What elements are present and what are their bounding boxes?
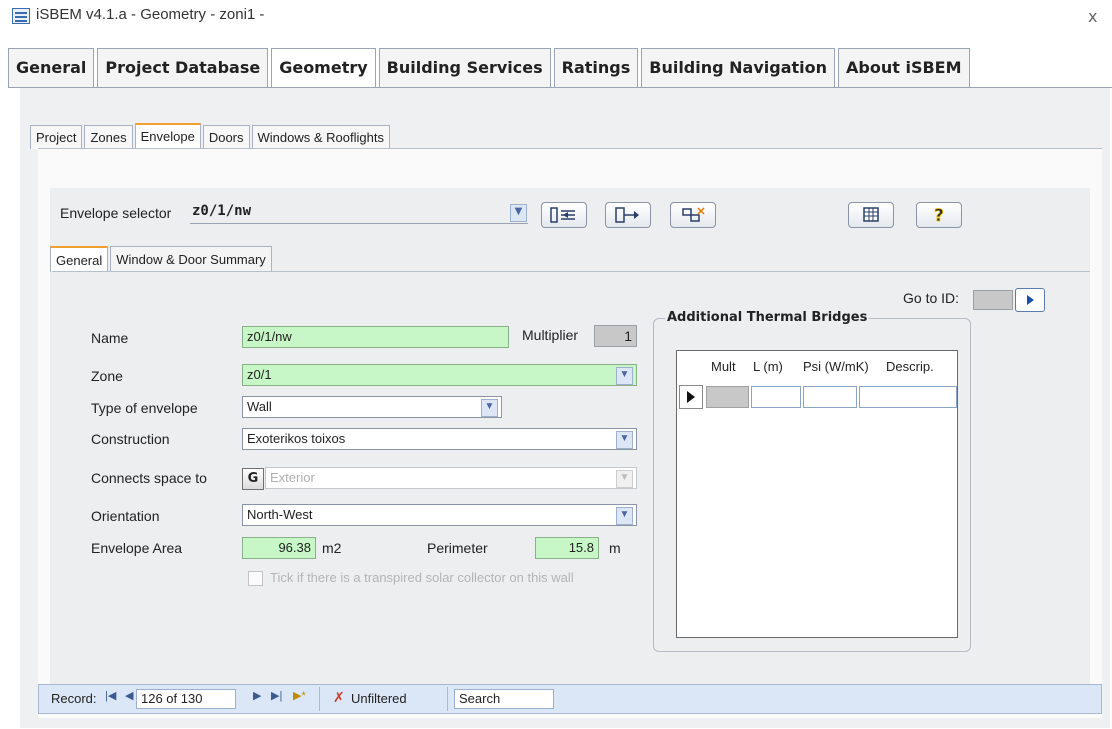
type-label: Type of envelope	[91, 400, 198, 416]
chevron-down-icon[interactable]: ▼	[616, 431, 633, 449]
close-icon[interactable]: x	[1088, 7, 1097, 26]
solar-collector-checkbox[interactable]	[248, 571, 263, 586]
chevron-down-icon[interactable]: ▼	[510, 204, 527, 222]
length-cell[interactable]	[751, 386, 801, 408]
chevron-down-icon[interactable]: ▼	[481, 399, 498, 417]
tab-form-general[interactable]: General	[50, 246, 109, 272]
column-header: Descrip.	[886, 359, 934, 374]
tab-zones[interactable]: Zones	[84, 125, 133, 149]
table-view-button[interactable]	[848, 202, 894, 228]
thermal-bridges-title: Additional Thermal Bridges	[665, 310, 870, 325]
tab-envelope[interactable]: Envelope	[134, 123, 201, 149]
tab-building-services[interactable]: Building Services	[378, 48, 551, 88]
envelope-form-tabs: General Window & Door Summary	[50, 246, 274, 272]
orientation-select[interactable]: North-West ▼	[242, 504, 637, 526]
zone-value: z0/1	[247, 367, 272, 382]
tab-doors[interactable]: Doors	[202, 125, 250, 149]
help-icon: ?	[934, 206, 945, 227]
envelope-selector-label: Envelope selector	[60, 205, 172, 221]
add-record-icon	[550, 207, 575, 223]
last-record-icon[interactable]: ▶|	[271, 689, 282, 702]
svg-text:?: ?	[934, 206, 944, 225]
orientation-value: North-West	[247, 507, 313, 522]
filter-status[interactable]: Unfiltered	[351, 691, 407, 706]
goto-id-input[interactable]	[973, 290, 1013, 310]
chevron-down-icon[interactable]: ▼	[616, 507, 633, 525]
description-cell[interactable]	[859, 386, 957, 408]
area-label: Envelope Area	[91, 540, 183, 556]
table-view-icon	[863, 207, 879, 222]
type-value: Wall	[247, 399, 272, 414]
tab-ratings[interactable]: Ratings	[553, 48, 639, 88]
area-unit: m2	[322, 540, 342, 556]
row-selector[interactable]	[679, 385, 703, 409]
zone-select[interactable]: z0/1 ▼	[242, 364, 637, 386]
type-select[interactable]: Wall ▼	[242, 396, 502, 418]
goto-id-label: Go to ID:	[903, 290, 960, 306]
mult-cell[interactable]	[706, 386, 749, 408]
column-header: L (m)	[753, 359, 783, 374]
tab-general[interactable]: General	[8, 48, 95, 88]
goto-id-button[interactable]	[1015, 288, 1045, 312]
copy-record-button[interactable]	[605, 202, 651, 228]
next-record-icon[interactable]: ▶	[253, 689, 261, 702]
filter-icon[interactable]: ✗	[333, 689, 345, 706]
zone-label: Zone	[91, 368, 123, 384]
divider	[319, 687, 320, 711]
column-header: Psi (W/mK)	[803, 359, 869, 374]
multiplier-input[interactable]: 1	[594, 325, 637, 347]
perimeter-label: Perimeter	[427, 540, 488, 556]
multiplier-label: Multiplier	[522, 327, 579, 343]
connects-g-button[interactable]: G	[242, 468, 264, 490]
record-label: Record:	[51, 691, 97, 706]
previous-record-icon[interactable]: ◀	[125, 689, 133, 702]
tab-geometry[interactable]: Geometry	[271, 48, 376, 88]
tab-about-isbem[interactable]: About iSBEM	[838, 48, 970, 88]
connects-label: Connects space to	[91, 470, 207, 486]
name-label: Name	[91, 330, 129, 346]
name-input[interactable]: z0/1/nw	[242, 326, 509, 348]
envelope-selector-value[interactable]: z0/1/nw	[192, 203, 251, 219]
record-position-input[interactable]: 126 of 130	[136, 689, 236, 709]
orientation-label: Orientation	[91, 508, 160, 524]
area-input[interactable]: 96.38	[242, 537, 316, 559]
tab-building-navigation[interactable]: Building Navigation	[641, 48, 836, 88]
perimeter-unit: m	[609, 540, 621, 556]
perimeter-input[interactable]: 15.8	[535, 537, 599, 559]
search-input[interactable]: Search	[454, 689, 554, 709]
first-record-icon[interactable]: |◀	[105, 689, 116, 702]
add-record-button[interactable]	[541, 202, 587, 228]
solar-collector-label: Tick if there is a transpired solar coll…	[270, 570, 574, 585]
record-navigation-bar: Record: |◀ ◀ 126 of 130 ▶ ▶| ▶* ✗ Unfilt…	[38, 684, 1102, 714]
main-tab-bar: General Project Database Geometry Buildi…	[8, 48, 973, 88]
tab-windows-rooflights[interactable]: Windows & Rooflights	[251, 125, 390, 149]
delete-record-icon	[682, 207, 705, 222]
new-record-icon[interactable]: ▶*	[293, 689, 306, 702]
construction-value: Exoterikos toixos	[247, 431, 346, 446]
delete-record-button[interactable]	[670, 202, 716, 228]
tab-project-database[interactable]: Project Database	[97, 48, 269, 88]
geometry-sub-tabs: Project Zones Envelope Doors Windows & R…	[30, 123, 392, 149]
divider	[447, 687, 448, 711]
play-icon	[1027, 295, 1034, 305]
construction-select[interactable]: Exoterikos toixos ▼	[242, 428, 637, 450]
thermal-bridges-table[interactable]: Mult L (m) Psi (W/mK) Descrip.	[676, 350, 958, 638]
connects-value: Exterior	[270, 470, 315, 485]
connects-select[interactable]: Exterior ▼	[265, 467, 637, 489]
chevron-down-icon[interactable]: ▼	[616, 367, 633, 385]
copy-record-icon	[615, 207, 639, 223]
tab-project[interactable]: Project	[30, 125, 83, 149]
app-icon	[12, 8, 30, 24]
construction-label: Construction	[91, 431, 170, 447]
help-button[interactable]: ?	[916, 202, 962, 228]
window-title: iSBEM v4.1.a - Geometry - zoni1 -	[36, 6, 265, 23]
column-header: Mult	[711, 359, 736, 374]
psi-cell[interactable]	[803, 386, 857, 408]
row-pointer-icon	[687, 391, 695, 403]
chevron-down-icon[interactable]: ▼	[616, 470, 633, 488]
tab-window-door-summary[interactable]: Window & Door Summary	[110, 246, 272, 272]
